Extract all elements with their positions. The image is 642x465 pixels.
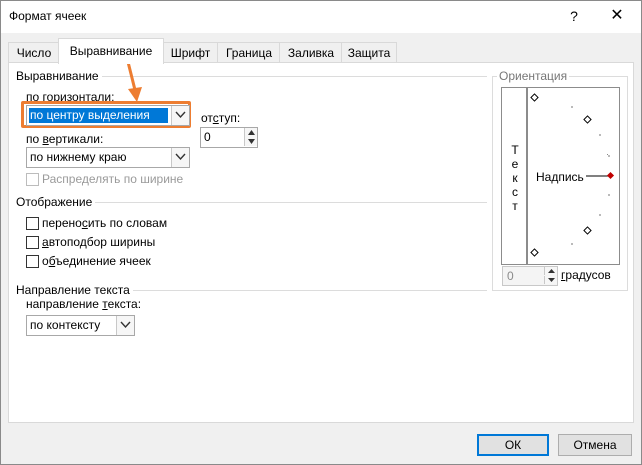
vertical-label: по вертикали: bbox=[26, 132, 104, 146]
spin-up-icon[interactable] bbox=[544, 267, 557, 275]
vertical-text-box[interactable]: Текст bbox=[501, 87, 527, 265]
arrow-down-icon bbox=[126, 61, 142, 102]
indent-label: отступ: bbox=[201, 111, 241, 125]
horizontal-select-value: по центру выделения bbox=[30, 108, 150, 122]
alignment-group-label: Выравнивание bbox=[16, 69, 102, 83]
shrink-to-fit-checkbox[interactable] bbox=[26, 236, 39, 249]
wrap-text-label: переносить по словам bbox=[42, 216, 168, 230]
direction-group-label: Направление текста bbox=[16, 283, 133, 297]
orientation-group-label: Ориентация bbox=[497, 69, 570, 83]
vertical-select[interactable]: по нижнему краю bbox=[26, 147, 190, 168]
help-icon[interactable]: ? bbox=[563, 5, 585, 27]
chevron-down-icon[interactable] bbox=[116, 316, 134, 335]
spin-down-icon[interactable] bbox=[544, 276, 557, 284]
chevron-down-icon[interactable] bbox=[171, 106, 189, 125]
horizontal-select[interactable]: по центру выделения bbox=[26, 105, 190, 126]
vertical-text-label: Текст bbox=[511, 143, 519, 213]
direction-label: направление текста: bbox=[26, 297, 142, 311]
justify-distributed-checkbox[interactable] bbox=[26, 173, 39, 186]
tab-fill[interactable]: Заливка bbox=[279, 42, 343, 63]
close-icon[interactable]: ✕ bbox=[604, 5, 630, 27]
shrink-to-fit-label: автоподбор ширины bbox=[42, 235, 156, 249]
display-group-label: Отображение bbox=[16, 195, 96, 209]
tab-protection[interactable]: Защита bbox=[341, 42, 397, 63]
wrap-text-checkbox[interactable] bbox=[26, 217, 39, 230]
degrees-value: 0 bbox=[507, 269, 514, 283]
orientation-dial[interactable]: Надпись bbox=[527, 87, 620, 265]
spin-down-icon[interactable] bbox=[244, 137, 257, 146]
degrees-label: градусов bbox=[561, 268, 611, 282]
merge-cells-label: объединение ячеек bbox=[42, 254, 151, 268]
direction-select[interactable]: по контексту bbox=[26, 315, 135, 336]
cancel-button[interactable]: Отмена bbox=[558, 434, 632, 456]
merge-cells-checkbox[interactable] bbox=[26, 255, 39, 268]
ok-button[interactable]: ОК bbox=[477, 434, 549, 456]
degrees-spinner[interactable]: 0 bbox=[502, 266, 558, 286]
tab-number[interactable]: Число bbox=[8, 42, 60, 63]
tab-border[interactable]: Граница bbox=[217, 42, 281, 63]
spin-up-icon[interactable] bbox=[244, 128, 257, 137]
tab-alignment[interactable]: Выравнивание bbox=[58, 38, 164, 64]
vertical-select-value: по нижнему краю bbox=[30, 150, 127, 164]
chevron-down-icon[interactable] bbox=[171, 148, 189, 167]
tab-font[interactable]: Шрифт bbox=[162, 42, 219, 63]
indent-value: 0 bbox=[204, 130, 211, 144]
dial-label: Надпись bbox=[536, 170, 584, 184]
justify-distributed-label: Распределять по ширине bbox=[42, 172, 184, 186]
direction-select-value: по контексту bbox=[30, 318, 101, 332]
title-bar: Формат ячеек ? ✕ bbox=[0, 0, 642, 33]
window-title: Формат ячеек bbox=[9, 9, 87, 23]
indent-spinner[interactable]: 0 bbox=[200, 127, 258, 148]
